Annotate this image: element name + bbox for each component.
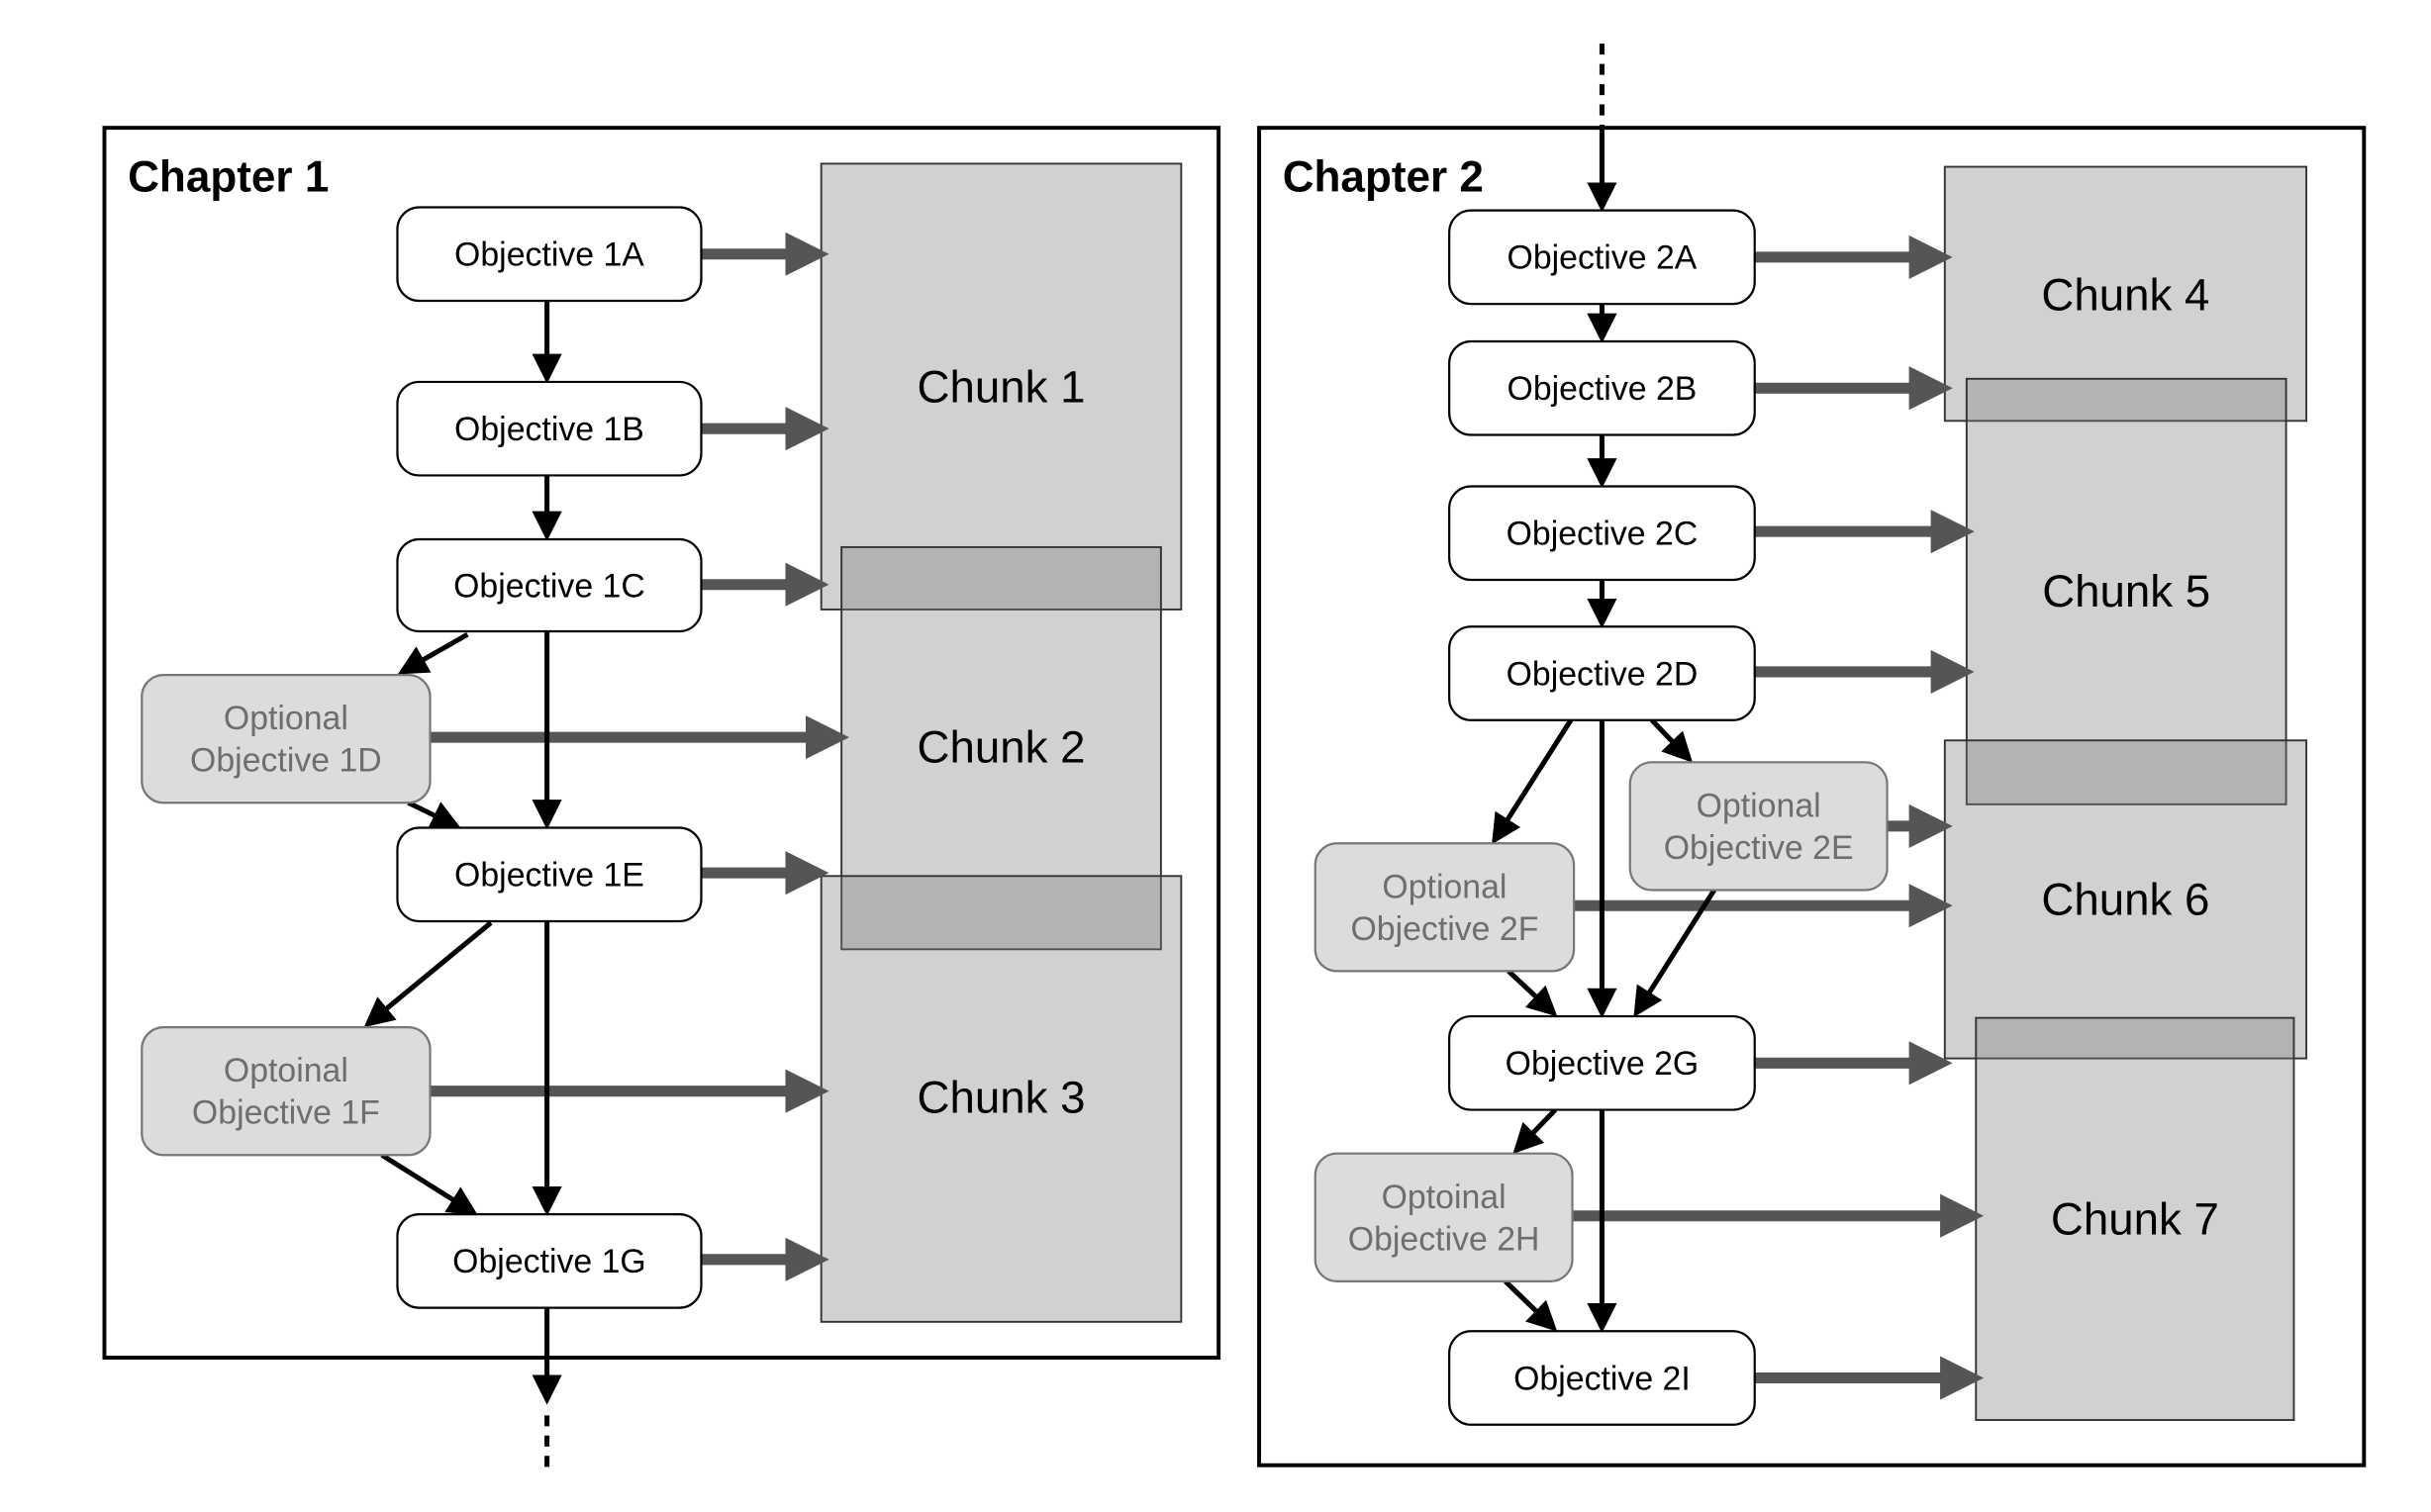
optional-objective-2h-node: Optoinal Objective 2H bbox=[1313, 1152, 1574, 1282]
objective-label-line: Objective 2F bbox=[1350, 910, 1538, 948]
objective-label-line: Objective 1D bbox=[190, 742, 382, 780]
objective-1c-node: Objective 1C bbox=[396, 537, 703, 633]
flow-arrow bbox=[1504, 1279, 1558, 1332]
objective-label-line: Optional bbox=[1382, 868, 1507, 905]
chunk-label: Chunk 2 bbox=[918, 721, 1086, 772]
objective-1b-node: Objective 1B bbox=[396, 380, 703, 477]
objective-2d-node: Objective 2D bbox=[1448, 625, 1756, 721]
objective-label: Objective 1C bbox=[453, 567, 645, 605]
objective-label-line: Objective 2H bbox=[1348, 1220, 1540, 1258]
objective-label: Objective 2D bbox=[1507, 655, 1699, 693]
flow-arrow bbox=[380, 1153, 478, 1216]
chunk-label: Chunk 7 bbox=[2051, 1194, 2219, 1245]
flow-arrow bbox=[1512, 1107, 1558, 1155]
objective-1e-node: Objective 1E bbox=[396, 826, 703, 923]
objective-box bbox=[1628, 761, 1889, 892]
flow-arrow bbox=[1650, 718, 1694, 763]
objective-label: Objective 2G bbox=[1506, 1045, 1700, 1083]
chunk-label: Chunk 3 bbox=[918, 1073, 1086, 1123]
objective-1g-node: Objective 1G bbox=[396, 1213, 703, 1309]
flow-arrow bbox=[1507, 969, 1558, 1017]
objective-label-line: Optional bbox=[224, 700, 348, 737]
objective-2a-node: Objective 2A bbox=[1448, 209, 1756, 306]
flow-arrow bbox=[1492, 718, 1574, 845]
objective-1a-node: Objective 1A bbox=[396, 206, 703, 303]
optional-objective-1f-node: Optoinal Objective 1F bbox=[141, 1025, 432, 1157]
chapter-flow-diagram: Chapter 1 Chapter 2 Chunk 1 Chunk 2 Chunk 3… bbox=[102, 44, 2367, 1475]
optional-objective-1d-node: Optional Objective 1D bbox=[141, 673, 432, 804]
optional-objective-2e-node: Optional Objective 2E bbox=[1628, 761, 1889, 892]
chapter-title: Chapter 1 bbox=[128, 153, 329, 202]
flow-arrow bbox=[363, 920, 493, 1028]
objective-label-line: Optoinal bbox=[224, 1052, 348, 1089]
objective-label: Objective 1B bbox=[454, 411, 644, 448]
objective-box bbox=[141, 1025, 432, 1157]
objective-label: Objective 2A bbox=[1507, 239, 1698, 277]
objective-label-line: Optoinal bbox=[1382, 1179, 1507, 1216]
objective-label: Objective 1E bbox=[454, 857, 644, 895]
objective-label-line: Objective 1F bbox=[192, 1094, 380, 1132]
objective-2g-node: Objective 2G bbox=[1448, 1014, 1756, 1111]
objective-box bbox=[1313, 842, 1576, 973]
objective-label: Objective 1G bbox=[452, 1243, 646, 1280]
objective-label: Objective 2C bbox=[1507, 516, 1699, 553]
optional-objective-2f-node: Optional Objective 2F bbox=[1313, 842, 1576, 973]
objective-label-line: Optional bbox=[1697, 787, 1821, 824]
objective-box bbox=[141, 673, 432, 804]
flow-arrow bbox=[407, 800, 461, 829]
flow-arrow bbox=[397, 631, 469, 675]
objective-2b-node: Objective 2B bbox=[1448, 339, 1756, 436]
objective-label: Objective 1A bbox=[454, 236, 644, 274]
chunk-label: Chunk 4 bbox=[2041, 269, 2209, 320]
objective-label: Objective 2I bbox=[1513, 1360, 1691, 1397]
chunk-label: Chunk 6 bbox=[2041, 875, 2209, 925]
objective-2i-node: Objective 2I bbox=[1448, 1330, 1756, 1426]
objective-box bbox=[1313, 1152, 1574, 1282]
objective-label-line: Objective 2E bbox=[1664, 829, 1854, 867]
objective-2c-node: Objective 2C bbox=[1448, 485, 1756, 582]
chunk-label: Chunk 1 bbox=[918, 361, 1086, 412]
chapter-title: Chapter 2 bbox=[1283, 153, 1484, 202]
objective-label: Objective 2B bbox=[1507, 370, 1698, 408]
chunk-label: Chunk 5 bbox=[2042, 566, 2210, 616]
